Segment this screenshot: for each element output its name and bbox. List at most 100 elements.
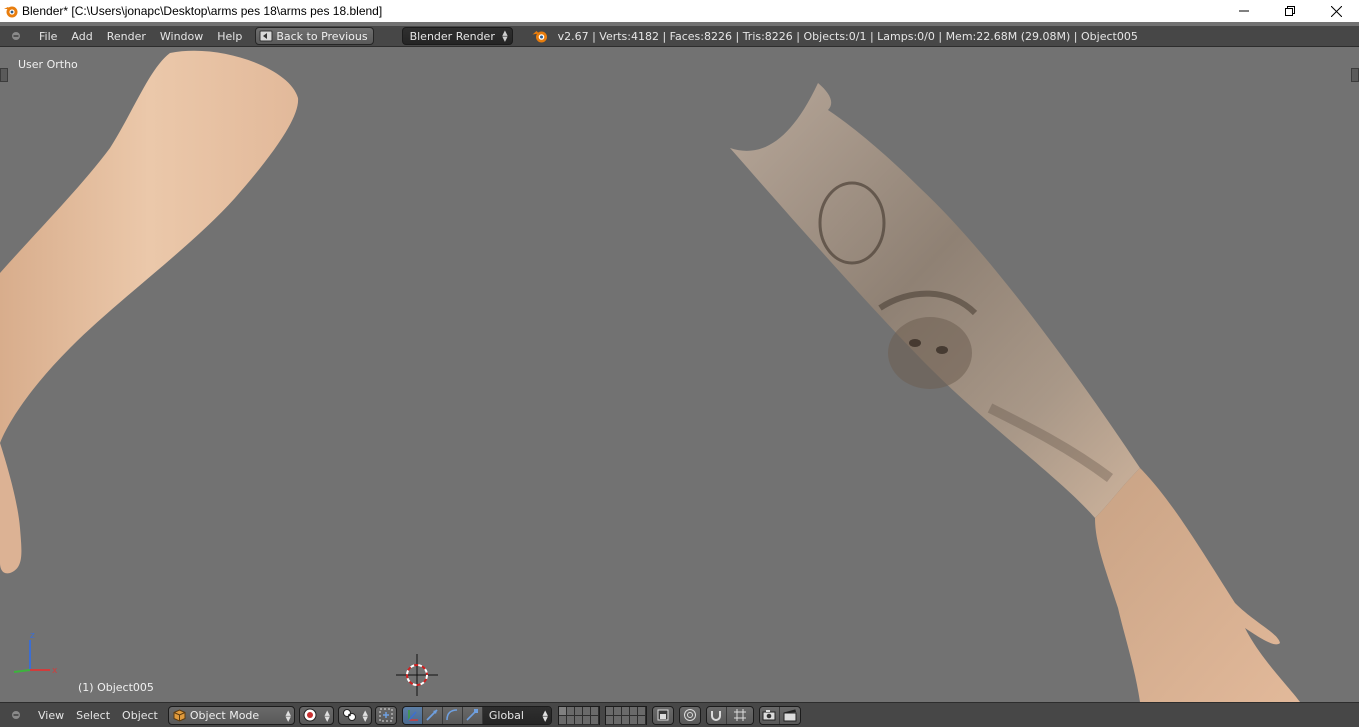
layer-button[interactable] (574, 715, 583, 725)
menu-object[interactable]: Object (116, 709, 164, 722)
3d-view-header: View Select Object Object Mode ▲ ▼ ▲ ▼ ▲ ▼ (0, 702, 1359, 727)
layer-button[interactable] (621, 715, 630, 725)
menu-window[interactable]: Window (153, 30, 210, 43)
menu-select[interactable]: Select (70, 709, 116, 722)
area-split-corner-top-left[interactable] (0, 68, 8, 82)
menu-file[interactable]: File (32, 30, 64, 43)
transform-manipulators: Global ▲ ▼ (401, 705, 552, 725)
menu-view[interactable]: View (32, 709, 70, 722)
layers-lock-icon (657, 709, 669, 721)
editor-type-button[interactable] (8, 28, 24, 44)
rotate-arc-icon (446, 709, 458, 721)
layer-button[interactable] (582, 715, 591, 725)
blender-icon (4, 6, 18, 18)
window-title: Blender* [C:\Users\jonapc\Desktop\arms p… (22, 4, 383, 18)
scale-manipulator-button[interactable] (462, 706, 483, 724)
back-to-previous-button[interactable]: Back to Previous (255, 27, 374, 45)
layer-button[interactable] (621, 706, 630, 716)
object-mode-cube-icon (173, 708, 186, 722)
editor-type-button[interactable] (8, 707, 24, 723)
camera-icon (762, 710, 776, 721)
lock-scene-layers-button[interactable] (652, 706, 673, 724)
editor-type-icon (12, 711, 20, 719)
info-header: File Add Render Window Help Back to Prev… (0, 26, 1359, 47)
dropdown-arrows-icon: ▲ ▼ (502, 29, 508, 43)
tattoo-eye (936, 346, 948, 354)
rotate-manipulator-button[interactable] (422, 706, 443, 724)
area-split-corner-top-right[interactable] (1351, 68, 1359, 82)
layer-button[interactable] (637, 715, 646, 725)
layer-button[interactable] (605, 706, 614, 716)
tattoo-face (888, 317, 972, 389)
dropdown-arrows-icon: ▲ ▼ (285, 708, 291, 723)
layer-button[interactable] (558, 715, 567, 725)
y-axis-line (13, 669, 31, 673)
menu-help[interactable]: Help (210, 30, 249, 43)
tattoo-eye (909, 339, 921, 347)
rotate-arc-button[interactable] (442, 706, 463, 724)
3d-cursor-icon[interactable] (396, 654, 438, 696)
manipulator-toggle-button[interactable] (375, 706, 396, 724)
layer-button[interactable] (590, 706, 599, 716)
manipulator-group (374, 705, 397, 725)
active-object-label: (1) Object005 (78, 681, 154, 694)
transform-orientation-label: Global (488, 708, 524, 722)
dropdown-arrows-icon: ▲ ▼ (324, 708, 330, 723)
render-engine-label: Blender Render (409, 29, 495, 43)
dropdown-arrows-icon: ▲ ▼ (542, 708, 548, 723)
layer-button[interactable] (613, 706, 622, 716)
scale-icon (466, 709, 479, 721)
layer-button[interactable] (566, 715, 575, 725)
proportional-edit-button[interactable] (679, 706, 700, 724)
translate-manipulator-button[interactable] (402, 706, 423, 724)
maximize-button[interactable] (1267, 0, 1313, 22)
dropdown-arrows-icon: ▲ ▼ (362, 708, 368, 723)
snap-group (705, 705, 754, 725)
layer-buttons-group-2 (604, 705, 647, 725)
blender-logo-icon (532, 31, 547, 43)
pivot-point-select[interactable]: ▲ ▼ (337, 705, 372, 725)
magnet-icon (711, 711, 722, 721)
layer-button[interactable] (613, 715, 622, 725)
menu-add[interactable]: Add (64, 30, 99, 43)
layer-button[interactable] (558, 706, 567, 716)
opengl-render-button[interactable] (759, 706, 780, 724)
left-arm-mesh (0, 50, 299, 443)
layer-button[interactable] (629, 715, 638, 725)
layer-button[interactable] (629, 706, 638, 716)
opengl-render-animation-button[interactable] (779, 706, 800, 724)
clapperboard-icon (783, 709, 797, 722)
interaction-mode-label: Object Mode (189, 708, 260, 722)
left-hand-mesh (0, 443, 22, 574)
layer-button[interactable] (605, 715, 614, 725)
z-axis-label: z (30, 631, 35, 641)
shading-icon (303, 708, 317, 722)
snap-toggle-button[interactable] (706, 706, 727, 724)
layer-button[interactable] (637, 706, 646, 716)
layer-button[interactable] (566, 706, 575, 716)
layer-button[interactable] (582, 706, 591, 716)
minimize-button[interactable] (1221, 0, 1267, 22)
proportional-edit-icon (683, 709, 696, 721)
menu-render[interactable]: Render (100, 30, 153, 43)
transform-orientation-select[interactable]: Global ▲ ▼ (482, 706, 551, 724)
editor-type-icon (12, 32, 20, 40)
right-hand-mesh (1095, 468, 1300, 702)
3d-viewport[interactable]: User Ortho z x (1) Object005 (0, 48, 1359, 702)
lock-layers-group (651, 705, 674, 725)
render-buttons-group (758, 705, 801, 725)
close-button[interactable] (1313, 0, 1359, 22)
render-engine-select[interactable]: Blender Render ▲ ▼ (401, 27, 513, 45)
translate-arrow-icon (408, 710, 419, 721)
viewport-shading-select[interactable]: ▲ ▼ (298, 705, 334, 725)
axis-gizmo: z x (13, 631, 58, 676)
pivot-point-icon (342, 709, 356, 721)
interaction-mode-select[interactable]: Object Mode ▲ ▼ (167, 705, 295, 725)
snap-element-select[interactable] (726, 706, 753, 724)
layer-buttons-group-1 (557, 705, 600, 725)
back-arrow-icon (259, 30, 273, 42)
layer-button[interactable] (590, 715, 599, 725)
layer-button[interactable] (574, 706, 583, 716)
close-icon (1330, 5, 1342, 17)
x-axis-label: x (52, 666, 58, 676)
